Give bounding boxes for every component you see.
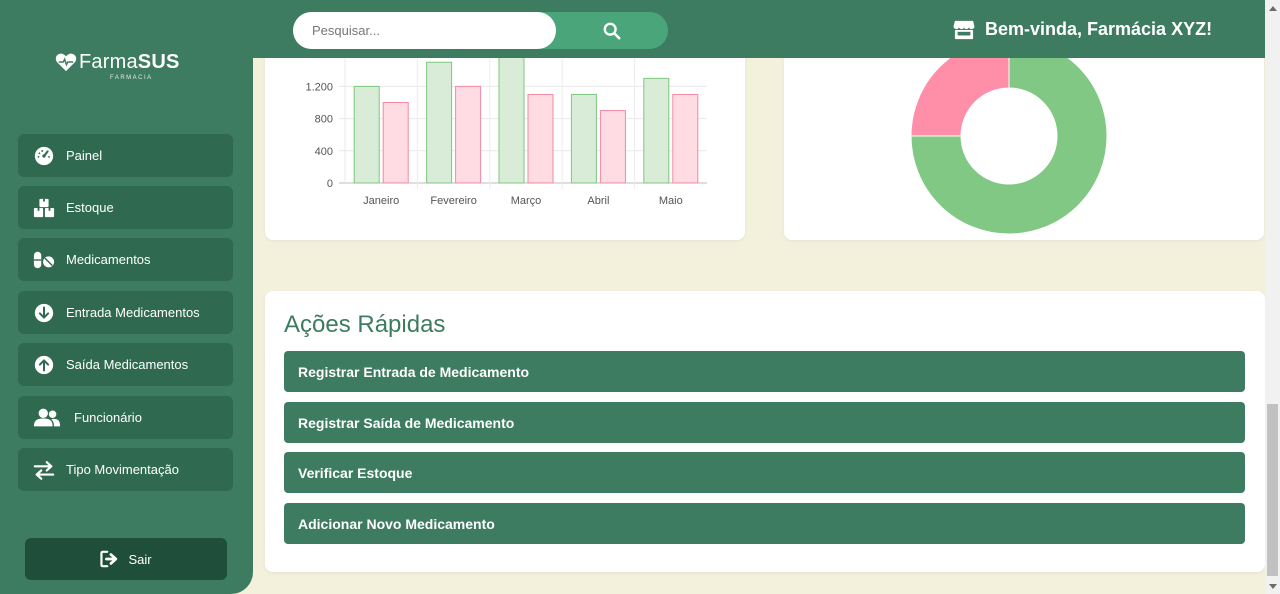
- x-tick-label: Fevereiro: [430, 195, 476, 207]
- sidebar-item-label: Entrada Medicamentos: [66, 305, 200, 320]
- search-icon: [603, 22, 621, 39]
- arrow-circle-up-icon: [32, 353, 56, 377]
- boxes-icon: [32, 196, 56, 220]
- scroll-down-arrow-icon[interactable]: [1269, 584, 1277, 589]
- search-bar: [293, 12, 668, 49]
- pills-icon: [32, 248, 56, 272]
- x-tick-label: Janeiro: [363, 195, 399, 207]
- bar-series-1[interactable]: [426, 61, 453, 184]
- x-tick-label: Maio: [659, 195, 683, 207]
- sidebar-item-medicamentos[interactable]: Medicamentos: [18, 238, 233, 281]
- search-button[interactable]: [556, 12, 668, 49]
- check-stock-button[interactable]: Verificar Estoque: [284, 452, 1245, 493]
- bar-series-2[interactable]: [382, 102, 409, 184]
- users-icon: [32, 406, 62, 430]
- sidebar-item-entrada-medicamentos[interactable]: Entrada Medicamentos: [18, 291, 233, 334]
- logout-button[interactable]: Sair: [25, 538, 227, 580]
- donut-chart: [910, 40, 1108, 235]
- dashboard-gauge-icon: [32, 144, 56, 168]
- bar-series-1[interactable]: [498, 53, 525, 184]
- quick-actions-card: Ações Rápidas Registrar Entrada de Medic…: [265, 291, 1265, 572]
- sign-out-icon: [100, 550, 118, 568]
- sidebar-item-label: Saída Medicamentos: [66, 357, 189, 372]
- store-icon: [953, 20, 975, 39]
- top-bar: Bem-vinda, Farmácia XYZ!: [253, 0, 1265, 58]
- x-tick-label: Março: [511, 195, 542, 207]
- bar-series-2[interactable]: [527, 93, 554, 184]
- brand-logo[interactable]: FarmaSUS FARMÁCIA: [55, 50, 195, 84]
- sidebar-item-painel[interactable]: Painel: [18, 134, 233, 177]
- sidebar-item-label: Estoque: [66, 200, 114, 215]
- bar-series-2[interactable]: [672, 93, 699, 184]
- add-medicine-button[interactable]: Adicionar Novo Medicamento: [284, 503, 1245, 544]
- sidebar-item-label: Tipo Movimentação: [66, 462, 179, 477]
- welcome-message: Bem-vinda, Farmácia XYZ!: [953, 19, 1212, 40]
- bar-series-2[interactable]: [455, 85, 482, 184]
- x-tick-label: Abril: [587, 195, 609, 207]
- y-tick-label: 800: [315, 114, 333, 126]
- quick-actions-title: Ações Rápidas: [284, 311, 446, 338]
- bar-series-1[interactable]: [643, 77, 670, 184]
- sidebar-item-estoque[interactable]: Estoque: [18, 186, 233, 229]
- page-scrollbar[interactable]: [1265, 0, 1280, 594]
- scrollbar-thumb[interactable]: [1267, 404, 1278, 576]
- register-entry-button[interactable]: Registrar Entrada de Medicamento: [284, 351, 1245, 392]
- arrow-circle-down-icon: [32, 301, 56, 325]
- donut-chart-card: [784, 40, 1264, 240]
- heart-pulse-icon: [55, 53, 77, 72]
- sidebar-item-label: Medicamentos: [66, 252, 151, 267]
- sidebar-item-label: Painel: [66, 148, 103, 163]
- scroll-up-arrow-icon[interactable]: [1269, 6, 1277, 11]
- bar-series-2[interactable]: [599, 110, 626, 184]
- sidebar-item-label: Funcionário: [74, 410, 142, 425]
- y-tick-label: 0: [327, 178, 333, 190]
- register-exit-button[interactable]: Registrar Saída de Medicamento: [284, 402, 1245, 443]
- brand-subtitle: FARMÁCIA: [110, 75, 153, 81]
- exchange-arrows-icon: [32, 458, 56, 482]
- bar-series-1[interactable]: [570, 93, 597, 184]
- logout-label: Sair: [128, 551, 152, 567]
- bar-chart-card: 0 400 800 1.200 Janeiro Fevereiro Março Abril Ma…: [265, 40, 745, 240]
- bar-series-1[interactable]: [353, 85, 380, 184]
- welcome-text: Bem-vinda, Farmácia XYZ!: [985, 19, 1213, 39]
- brand-name: FarmaSUS: [79, 51, 180, 73]
- sidebar: FarmaSUS FARMÁCIA Painel Estoque Medicam…: [0, 0, 253, 594]
- search-input[interactable]: [293, 12, 556, 49]
- bar-chart: 0 400 800 1.200 Janeiro Fevereiro Março Abril Ma…: [305, 53, 707, 207]
- sidebar-item-tipo-movimentacao[interactable]: Tipo Movimentação: [18, 448, 233, 491]
- y-tick-label: 1.200: [305, 81, 333, 93]
- y-tick-label: 400: [315, 146, 333, 158]
- sidebar-item-funcionario[interactable]: Funcionário: [18, 396, 233, 439]
- sidebar-item-saida-medicamentos[interactable]: Saída Medicamentos: [18, 343, 233, 386]
